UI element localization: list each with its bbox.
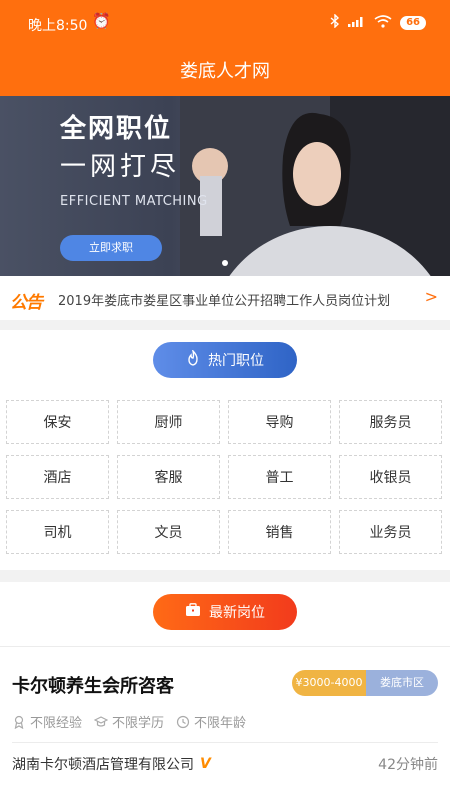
education-tag: 不限学历 xyxy=(94,712,164,731)
notice-text[interactable]: 2019年娄底市娄星区事业单位公开招聘工作人员岗位计划 xyxy=(58,290,390,309)
clock-icon xyxy=(176,715,190,728)
company-row: 湖南卡尔顿酒店管理有限公司 V xyxy=(12,754,211,774)
apply-now-button[interactable]: 立即求职 xyxy=(60,235,162,261)
banner-person-image xyxy=(180,96,450,276)
job-divider xyxy=(12,742,438,743)
job-requirements: 不限经验 不限学历 不限年龄 xyxy=(12,712,246,731)
wifi-icon xyxy=(374,14,392,32)
hot-jobs-grid: 保安 厨师 导购 服务员 酒店 客服 普工 收银员 司机 文员 销售 业务员 xyxy=(6,400,444,554)
job-category[interactable]: 司机 xyxy=(6,510,109,554)
job-category[interactable]: 普工 xyxy=(228,455,331,499)
job-title: 卡尔顿养生会所咨客 xyxy=(12,676,174,697)
job-category[interactable]: 收银员 xyxy=(339,455,442,499)
posted-time: 42分钟前 xyxy=(378,757,438,773)
flame-icon xyxy=(186,348,200,370)
bluetooth-icon xyxy=(330,13,340,32)
hot-jobs-section: 热门职位 保安 厨师 导购 服务员 酒店 客服 普工 收银员 司机 文员 销售 … xyxy=(0,330,450,570)
app-header: 娄底人才网 xyxy=(0,48,450,96)
job-category[interactable]: 文员 xyxy=(117,510,220,554)
salary-badge: ¥3000-4000 xyxy=(292,670,366,696)
job-category[interactable]: 业务员 xyxy=(339,510,442,554)
experience-text: 不限经验 xyxy=(30,716,83,731)
job-category[interactable]: 导购 xyxy=(228,400,331,444)
job-category[interactable]: 客服 xyxy=(117,455,220,499)
banner-tagline: EFFICIENT MATCHING xyxy=(60,194,208,209)
alarm-icon: ⏰ xyxy=(92,12,111,30)
job-listing-item[interactable]: 卡尔顿养生会所咨客 ¥3000-4000 娄底市区 不限经验 不限学历 不限年龄… xyxy=(0,648,450,788)
graduation-cap-icon xyxy=(94,715,109,727)
status-time: 晚上8:50 xyxy=(28,18,88,34)
battery-icon: 66 xyxy=(400,16,426,30)
status-bar: 晚上8:50 ⏰ 66 xyxy=(0,0,450,48)
status-icons: 66 xyxy=(330,13,426,32)
job-category[interactable]: 厨师 xyxy=(117,400,220,444)
carousel-indicator[interactable] xyxy=(222,260,228,266)
job-category[interactable]: 服务员 xyxy=(339,400,442,444)
banner-subheadline: 一网打尽 xyxy=(60,152,181,182)
job-category[interactable]: 酒店 xyxy=(6,455,109,499)
hot-jobs-header: 热门职位 xyxy=(153,342,297,378)
banner-headline: 全网职位 xyxy=(60,114,173,144)
latest-jobs-section: 最新岗位 卡尔顿养生会所咨客 ¥3000-4000 娄底市区 不限经验 不限学历… xyxy=(0,582,450,800)
section-divider xyxy=(0,646,450,647)
chevron-right-icon[interactable]: > xyxy=(425,287,438,306)
hot-jobs-label: 热门职位 xyxy=(208,353,264,369)
banner-carousel[interactable]: 全网职位 一网打尽 EFFICIENT MATCHING 立即求职 xyxy=(0,96,450,276)
notice-bar[interactable]: 公告 2019年娄底市娄星区事业单位公开招聘工作人员岗位计划 > xyxy=(0,276,450,320)
experience-tag: 不限经验 xyxy=(12,712,82,731)
location-badge: 娄底市区 xyxy=(366,670,438,696)
age-tag: 不限年龄 xyxy=(176,712,246,731)
page-title: 娄底人才网 xyxy=(180,61,270,82)
company-name: 湖南卡尔顿酒店管理有限公司 xyxy=(12,757,194,773)
education-text: 不限学历 xyxy=(112,716,165,731)
latest-jobs-label: 最新岗位 xyxy=(209,605,265,621)
age-text: 不限年龄 xyxy=(194,716,247,731)
job-category[interactable]: 保安 xyxy=(6,400,109,444)
job-category[interactable]: 销售 xyxy=(228,510,331,554)
latest-jobs-header: 最新岗位 xyxy=(153,594,297,630)
notice-logo: 公告 xyxy=(10,293,43,313)
briefcase-icon xyxy=(185,603,201,621)
signal-icon xyxy=(348,15,366,31)
verified-icon: V xyxy=(200,756,211,772)
medal-icon xyxy=(14,715,24,729)
